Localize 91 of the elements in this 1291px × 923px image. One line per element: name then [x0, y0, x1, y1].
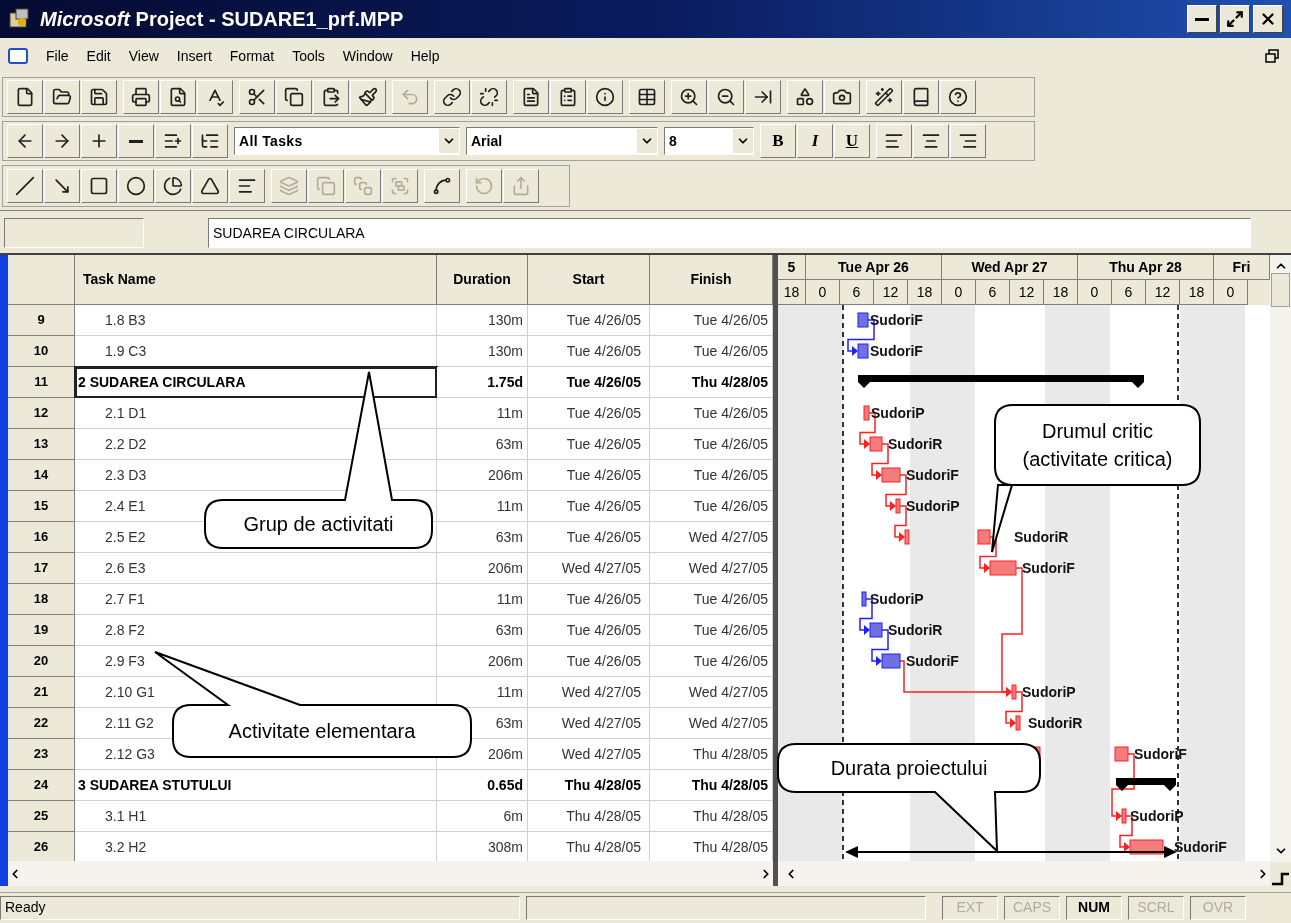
- finish-cell: Thu 4/28/05: [650, 801, 773, 832]
- status-indicator: OVR: [1190, 895, 1246, 920]
- resource-label: SudoriF: [870, 312, 923, 328]
- duration-cell: 206m: [437, 460, 528, 491]
- finish-cell: Thu 4/28/05: [650, 770, 773, 801]
- timescale-minor-cell: 6: [1112, 280, 1146, 305]
- start-cell: Tue 4/26/05: [528, 522, 650, 553]
- timescale-minor-cell: 12: [1146, 280, 1180, 305]
- resource-label: SudoriF: [906, 467, 959, 483]
- finish-cell: Thu 4/28/05: [650, 832, 773, 862]
- timescale-minor-cell: 12: [1010, 280, 1044, 305]
- start-cell: Tue 4/26/05: [528, 367, 650, 398]
- start-cell: Tue 4/26/05: [528, 584, 650, 615]
- duration-cell: 11m: [437, 584, 528, 615]
- finish-cell: Tue 4/26/05: [650, 460, 773, 491]
- finish-cell: Wed 4/27/05: [650, 553, 773, 584]
- resource-label: SudoriF: [1022, 560, 1075, 576]
- duration-cell: 63m: [437, 522, 528, 553]
- finish-cell: Tue 4/26/05: [650, 429, 773, 460]
- timescale-minor-cell: 6: [976, 280, 1010, 305]
- font-size-value: 8: [668, 131, 678, 151]
- start-cell: Tue 4/26/05: [528, 398, 650, 429]
- start-cell: Tue 4/26/05: [528, 460, 650, 491]
- resource-label: SudoriR: [888, 622, 943, 638]
- callout-text: Durata proiectului: [830, 756, 988, 781]
- finish-cell: Tue 4/26/05: [650, 491, 773, 522]
- callout-text: Activitate elementara: [228, 719, 416, 744]
- finish-cell: Tue 4/26/05: [650, 615, 773, 646]
- timescale-major-cell: Wed Apr 27: [942, 255, 1078, 280]
- resource-label: SudoriF: [1134, 746, 1187, 762]
- finish-cell: Tue 4/26/05: [650, 336, 773, 367]
- status-indicator: SCRL: [1128, 895, 1184, 920]
- window-title: Microsoft Project - SUDARE1_prf.MPP: [40, 7, 404, 32]
- resource-label: SudoriP: [871, 405, 925, 421]
- duration-cell: 11m: [437, 491, 528, 522]
- font-value: Arial: [470, 131, 504, 151]
- finish-cell: Wed 4/27/05: [650, 708, 773, 739]
- finish-cell: Tue 4/26/05: [650, 584, 773, 615]
- resource-label: SudoriR: [1028, 715, 1083, 731]
- start-cell: Wed 4/27/05: [528, 677, 650, 708]
- finish-cell: Wed 4/27/05: [650, 677, 773, 708]
- timescale-major-cell: Tue Apr 26: [806, 255, 942, 280]
- finish-cell: Wed 4/27/05: [650, 522, 773, 553]
- resource-label: SudoriP: [1022, 684, 1076, 700]
- finish-cell: Thu 4/28/05: [650, 367, 773, 398]
- finish-cell: Tue 4/26/05: [650, 305, 773, 336]
- timescale-major-cell: Thu Apr 28: [1078, 255, 1214, 280]
- duration-cell: 130m: [437, 336, 528, 367]
- duration-cell: 206m: [437, 646, 528, 677]
- finish-cell: Tue 4/26/05: [650, 646, 773, 677]
- finish-cell: Tue 4/26/05: [650, 398, 773, 429]
- start-cell: Thu 4/28/05: [528, 832, 650, 862]
- timescale-minor-cell: 12: [874, 280, 908, 305]
- duration-cell: 1.75d: [437, 367, 528, 398]
- start-cell: Thu 4/28/05: [528, 770, 650, 801]
- start-cell: Wed 4/27/05: [528, 708, 650, 739]
- start-cell: Thu 4/28/05: [528, 801, 650, 832]
- duration-cell: 11m: [437, 677, 528, 708]
- filter-value: All Tasks: [238, 131, 304, 151]
- duration-cell: 63m: [437, 429, 528, 460]
- duration-cell: 11m: [437, 398, 528, 429]
- duration-cell: 0.65d: [437, 770, 528, 801]
- duration-cell: 206m: [437, 553, 528, 584]
- start-cell: Tue 4/26/05: [528, 305, 650, 336]
- resource-label: SudoriP: [870, 591, 924, 607]
- timescale-minor-cell: 6: [840, 280, 874, 305]
- start-cell: Tue 4/26/05: [528, 336, 650, 367]
- finish-cell: Thu 4/28/05: [650, 739, 773, 770]
- duration-cell: 130m: [437, 305, 528, 336]
- resource-label: SudoriP: [1130, 808, 1184, 824]
- resource-label: SudoriR: [1014, 529, 1069, 545]
- duration-cell: 6m: [437, 801, 528, 832]
- resource-label: SudoriF: [1174, 839, 1227, 855]
- status-indicator: NUM: [1066, 895, 1122, 920]
- start-cell: Wed 4/27/05: [528, 553, 650, 584]
- start-cell: Tue 4/26/05: [528, 646, 650, 677]
- duration-cell: 308m: [437, 832, 528, 862]
- resource-label: SudoriF: [870, 343, 923, 359]
- status-text: Ready: [0, 895, 520, 920]
- status-indicator: EXT: [942, 895, 998, 920]
- timescale-major-cell: 5: [778, 255, 806, 280]
- start-cell: Tue 4/26/05: [528, 491, 650, 522]
- duration-cell: 63m: [437, 615, 528, 646]
- callout-text: Drumul critic (activitate critica): [1022, 419, 1173, 472]
- resource-label: SudoriP: [906, 498, 960, 514]
- start-cell: Tue 4/26/05: [528, 615, 650, 646]
- start-cell: Tue 4/26/05: [528, 429, 650, 460]
- status-indicator: CAPS: [1004, 895, 1060, 920]
- start-cell: Wed 4/27/05: [528, 739, 650, 770]
- resource-label: SudoriF: [906, 653, 959, 669]
- resource-label: SudoriR: [888, 436, 943, 452]
